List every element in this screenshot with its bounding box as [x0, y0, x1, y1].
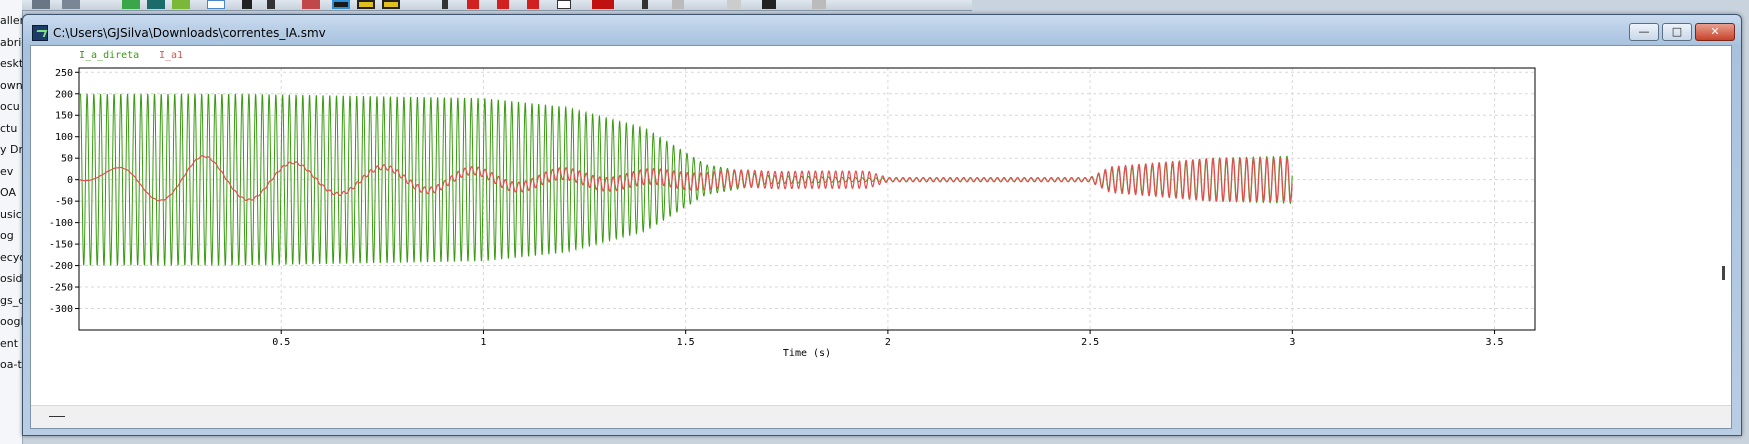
toolbar-icon [357, 0, 375, 9]
toolbar-icon [207, 0, 225, 9]
y-tick-label: -200 [49, 261, 73, 272]
y-axis: 250 200 150 100 50 0 -50 -100 -150 -200 -250 -300 [49, 68, 79, 315]
desktop-item[interactable]: own [0, 79, 22, 92]
app-icon [32, 25, 48, 41]
plot-frame [78, 67, 1536, 331]
chart-svg[interactable]: 250 200 150 100 50 0 -50 -100 -150 -200 -250 -300 0… [31, 46, 1731, 406]
desktop-item[interactable]: ocu [0, 100, 22, 113]
maximize-button[interactable]: □ [1662, 23, 1692, 41]
x-tick-label: 2 [885, 337, 891, 348]
desktop-item[interactable]: osid [0, 272, 22, 285]
x-tick-label: 3 [1289, 337, 1295, 348]
desktop-item[interactable]: abrie [0, 36, 22, 49]
desktop-item[interactable]: gs_c [0, 294, 22, 307]
toolbar-icon [32, 0, 50, 9]
y-tick-label: -50 [55, 197, 73, 208]
x-tick-label: 1 [480, 337, 486, 348]
desktop-item[interactable]: y Dr [0, 143, 22, 156]
toolbar-icon [727, 0, 741, 9]
plot-area: 250 200 150 100 50 0 -50 -100 -150 -200 -250 -300 0… [30, 45, 1732, 429]
desktop-item[interactable]: ent [0, 337, 22, 350]
status-dash [49, 416, 65, 417]
y-tick-label: -300 [49, 304, 73, 315]
desktop-item[interactable]: ecyc [0, 251, 22, 264]
toolbar-icon [122, 0, 140, 9]
y-tick-label: 50 [61, 154, 73, 165]
window-titlebar[interactable]: C:\Users\GJSilva\Downloads\correntes_IA.… [23, 15, 1741, 47]
legend: I_a_direta I_a1 [79, 50, 183, 61]
y-tick-label: 100 [55, 132, 73, 143]
x-tick-label: 3.5 [1486, 337, 1504, 348]
x-tick-label: 2.5 [1081, 337, 1099, 348]
desktop-item[interactable]: oa-t [0, 358, 22, 371]
x-axis-label: Time (s) [783, 348, 831, 359]
y-tick-label: -250 [49, 283, 73, 294]
toolbar-icon [172, 0, 190, 9]
toolbar-icon [242, 0, 252, 9]
desktop-item[interactable]: eskto [0, 57, 22, 70]
status-bar [31, 405, 1731, 428]
toolbar-icon [672, 0, 684, 9]
y-tick-label: 200 [55, 89, 73, 100]
y-tick-label: 0 [67, 175, 73, 186]
toolbar-icon [467, 0, 479, 9]
toolbar-icon [267, 0, 275, 9]
toolbar-icon [147, 0, 165, 9]
desktop-item[interactable]: og [0, 229, 22, 242]
toolbar-icon [62, 0, 80, 9]
toolbar-icon [497, 0, 509, 9]
chart-grid [79, 68, 1535, 330]
series-group [78, 93, 1293, 266]
toolbar-icon [557, 0, 571, 9]
desktop-sidebar: aller abrie eskto own ocu ctu y Dr ev OA usic og ec… [0, 0, 23, 444]
toolbar-icon [332, 0, 350, 9]
toolbar-icon [812, 0, 826, 9]
y-tick-label: -150 [49, 240, 73, 251]
legend-entry[interactable]: I_a1 [159, 50, 183, 61]
y-tick-label: -100 [49, 218, 73, 229]
desktop-item[interactable]: ctu [0, 122, 22, 135]
desktop-item[interactable]: usic [0, 208, 22, 221]
close-button[interactable]: ✕ [1695, 23, 1735, 41]
desktop-item[interactable]: aller [0, 14, 22, 27]
toolbar-icon [527, 0, 539, 9]
x-tick-label: 0.5 [272, 337, 290, 348]
toolbar-icon [302, 0, 320, 9]
toolbar-icon [762, 0, 776, 9]
legend-entry[interactable]: I_a_direta [79, 50, 139, 61]
plot-window: C:\Users\GJSilva\Downloads\correntes_IA.… [22, 14, 1742, 436]
x-tick-label: 1.5 [677, 337, 695, 348]
toolbar-icon [592, 0, 614, 9]
window-title: C:\Users\GJSilva\Downloads\correntes_IA.… [53, 26, 326, 40]
toolbar-icon [642, 0, 648, 9]
resize-grip[interactable] [1722, 266, 1725, 280]
desktop-item[interactable]: oogl [0, 315, 22, 328]
desktop-item[interactable]: ev [0, 165, 22, 178]
toolbar-icon [382, 0, 400, 9]
background-toolbar [22, 0, 972, 11]
y-tick-label: 150 [55, 111, 73, 122]
y-tick-label: 250 [55, 68, 73, 79]
minimize-button[interactable]: — [1629, 23, 1659, 41]
toolbar-icon [442, 0, 448, 9]
desktop-item[interactable]: OA [0, 186, 22, 199]
x-axis: 0.5 1 1.5 2 2.5 3 3.5 [272, 330, 1504, 348]
